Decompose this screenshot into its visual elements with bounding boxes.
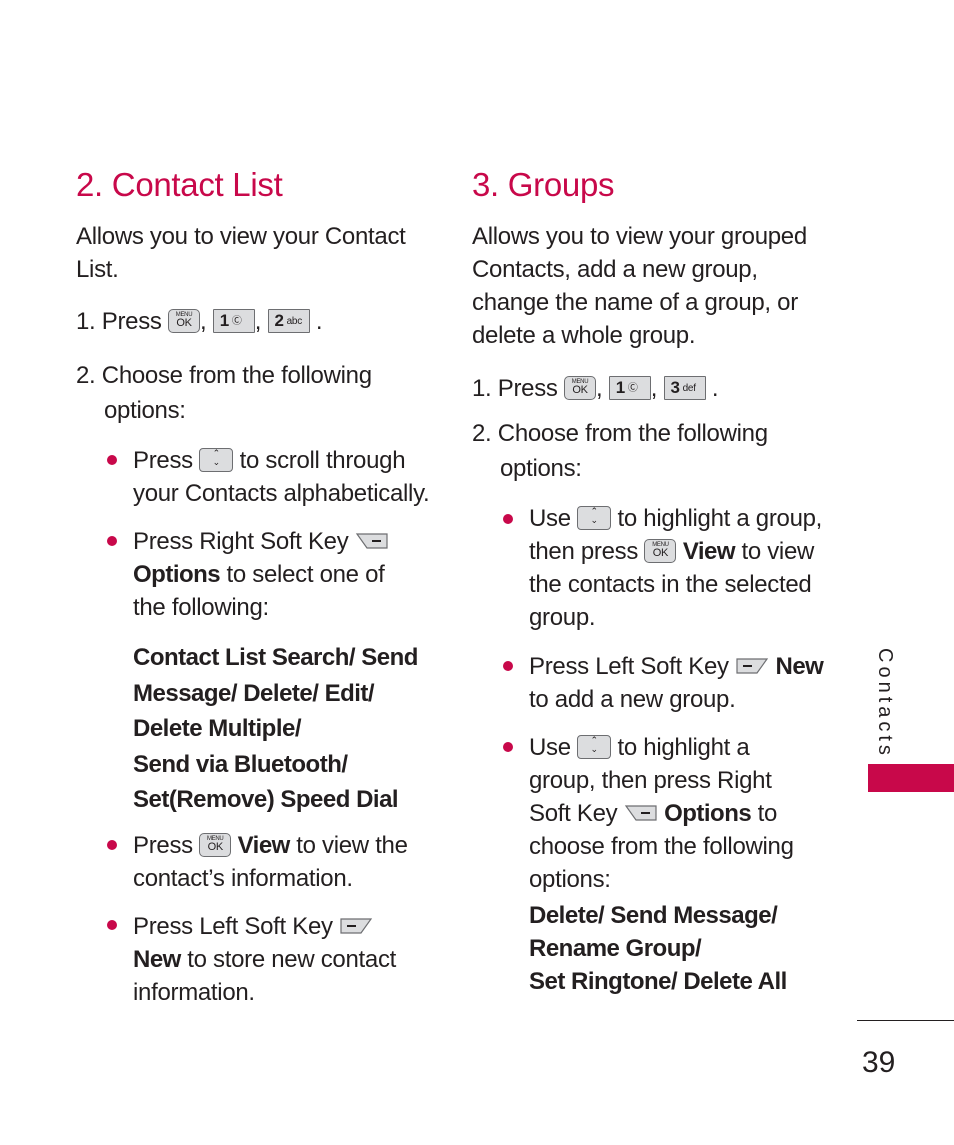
menu-ok-key-icon: MENU OK bbox=[564, 375, 597, 400]
contact-list-step2-b: options: bbox=[104, 397, 186, 424]
groups-step2-a: 2. Choose from the following bbox=[472, 420, 768, 447]
nav-up-down-key-icon: ⌃ ⌄ bbox=[199, 447, 234, 472]
groups-bullet-2: Press Left Soft Key New to add a new gro… bbox=[529, 653, 824, 713]
contact-list-bullet-4: Press Left Soft Key New to store new con… bbox=[133, 913, 397, 1006]
page-number: 39 bbox=[862, 1046, 896, 1079]
groups-options: Delete/ Send Message/ Rename Group/ Set … bbox=[529, 902, 787, 995]
groups-step1: 1. Press MENU OK, 1 Ⓒ, 3 def . bbox=[472, 375, 719, 402]
bullet-icon bbox=[107, 455, 117, 465]
bullet-icon bbox=[503, 742, 513, 752]
key-2-icon: 2 abc bbox=[267, 308, 310, 333]
contact-list-options: Contact List Search/ Send Message/ Delet… bbox=[133, 644, 418, 813]
bullet-icon bbox=[107, 840, 117, 850]
left-soft-key-icon bbox=[736, 658, 769, 674]
key-1-icon: 1 Ⓒ bbox=[608, 375, 651, 400]
left-soft-key-icon bbox=[340, 918, 373, 934]
bullet-icon bbox=[107, 536, 117, 546]
menu-ok-key-icon: MENU OK bbox=[199, 832, 232, 857]
section-title-groups: 3. Groups bbox=[472, 166, 615, 203]
key-1-icon: 1 Ⓒ bbox=[212, 308, 255, 333]
menu-ok-key-icon: MENU OK bbox=[168, 308, 201, 333]
menu-ok-key-icon: MENU OK bbox=[644, 538, 677, 563]
groups-step2-b: options: bbox=[500, 455, 582, 482]
bullet-icon bbox=[503, 514, 513, 524]
bullet-icon bbox=[107, 920, 117, 930]
contact-list-intro: Allows you to view your Contact List. bbox=[76, 223, 406, 283]
groups-bullet-3: Use ⌃ ⌄ to highlight a group, then press … bbox=[529, 734, 794, 893]
contact-list-bullet-2: Press Right Soft Key Options to select o… bbox=[133, 525, 423, 624]
bullet-icon bbox=[503, 661, 513, 671]
footer-rule bbox=[857, 1020, 954, 1021]
key-3-icon: 3 def bbox=[663, 375, 706, 400]
right-soft-key-icon bbox=[355, 533, 388, 549]
nav-up-down-key-icon: ⌃ ⌄ bbox=[577, 505, 612, 530]
nav-up-down-key-icon: ⌃ ⌄ bbox=[577, 734, 612, 759]
contact-list-step1: 1. Press MENU OK, 1 Ⓒ, 2 abc . bbox=[76, 308, 323, 335]
side-tab-label: Contacts bbox=[874, 648, 896, 759]
contact-list-bullet-3: Press MENU OK View to view the contact’s … bbox=[133, 832, 408, 892]
groups-bullet-1: Use ⌃ ⌄ to highlight a group, then press … bbox=[529, 505, 823, 631]
section-title-contact-list: 2. Contact List bbox=[76, 166, 283, 203]
contact-list-step2-a: 2. Choose from the following bbox=[76, 362, 372, 389]
side-tab-bar bbox=[868, 764, 954, 792]
groups-intro: Allows you to view your grouped Contacts… bbox=[472, 223, 807, 349]
contact-list-bullet-1: Press ⌃ ⌄ to scroll through your Contacts… bbox=[133, 447, 430, 507]
right-soft-key-icon bbox=[624, 805, 657, 821]
